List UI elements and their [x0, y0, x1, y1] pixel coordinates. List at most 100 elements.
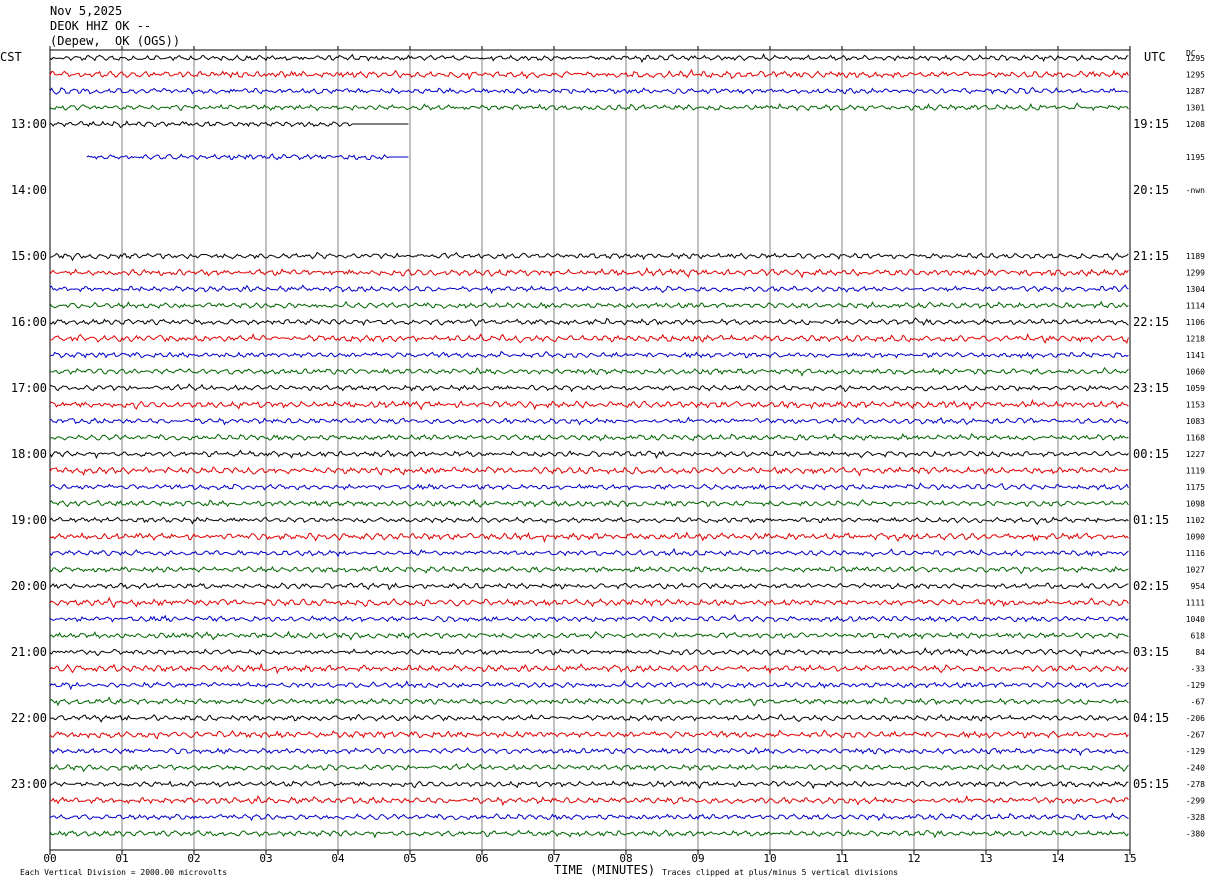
seismic-traces [49, 53, 1129, 839]
left-hour-label: 22:00 [11, 711, 47, 725]
trace-row [49, 812, 1129, 822]
left-hour-label: 23:00 [11, 777, 47, 791]
dc-offset-label: 1175 [1186, 483, 1205, 492]
right-hour-label: 01:15 [1133, 513, 1169, 527]
dc-offset-label: -67 [1191, 698, 1206, 707]
clip-note: Traces clipped at plus/minus 5 vertical … [662, 868, 899, 877]
scale-note: Each Vertical Division = 2000.00 microvo… [20, 868, 228, 877]
dc-offset-label: -267 [1186, 731, 1205, 740]
trace-row [49, 614, 1129, 623]
dc-offset-label: -328 [1186, 813, 1205, 822]
trace-row [49, 596, 1129, 609]
dc-offset-label: -206 [1186, 714, 1205, 723]
left-hour-label: 17:00 [11, 381, 47, 395]
right-hour-label: 20:15 [1133, 183, 1169, 197]
x-tick-label: 03 [259, 852, 272, 865]
right-hour-label: 22:15 [1133, 315, 1169, 329]
dc-offset-label: -33 [1191, 665, 1206, 674]
x-tick-label: 14 [1051, 852, 1065, 865]
trace-row [49, 547, 1129, 558]
x-tick-label: 00 [43, 852, 56, 865]
dc-offset-label: 1218 [1186, 335, 1205, 344]
dc-offset-label: 1098 [1186, 500, 1205, 509]
dc-offset-label: 1083 [1186, 417, 1205, 426]
trace-row [49, 582, 1129, 591]
dc-offset-label: -129 [1186, 681, 1205, 690]
trace-row [49, 498, 1129, 508]
dc-offset-label: 1208 [1186, 120, 1205, 129]
trace-row [49, 449, 1129, 460]
trace-row [49, 747, 1129, 757]
right-hour-label: 02:15 [1133, 579, 1169, 593]
trace-row [49, 696, 1129, 707]
dc-offset-label: 1168 [1186, 434, 1205, 443]
x-tick-label: 11 [835, 852, 848, 865]
trace-row [49, 466, 1129, 477]
trace-row [49, 680, 1129, 691]
dc-offset-label: -380 [1186, 830, 1205, 839]
left-hour-label: 19:00 [11, 513, 47, 527]
dc-offset-label: 618 [1191, 632, 1206, 641]
x-tick-label: 06 [475, 852, 488, 865]
helicorder-plot: 00 01 02 03 04 05 06 07 08 09 10 11 12 13 14 1513:00 19:… [11, 46, 1206, 865]
trace-row [49, 662, 1129, 675]
dc-offset-label: 1287 [1186, 87, 1205, 96]
x-tick-label: 02 [187, 852, 200, 865]
trace-row [49, 251, 1129, 262]
trace-row [49, 68, 1129, 81]
dc-offset-label: 1141 [1186, 351, 1205, 360]
left-hour-label: 13:00 [11, 117, 47, 131]
right-hour-label: 19:15 [1133, 117, 1169, 131]
x-tick-label: 05 [403, 852, 416, 865]
dc-offset-label: 1299 [1186, 269, 1205, 278]
trace-row [49, 482, 1129, 491]
dc-offset-label: 1059 [1186, 384, 1205, 393]
trace-row [49, 53, 1129, 63]
dc-offset-label: 1040 [1186, 615, 1205, 624]
left-hour-label: 18:00 [11, 447, 47, 461]
left-hour-label: 20:00 [11, 579, 47, 593]
trace-row [49, 516, 1129, 526]
dc-offset-label: 1090 [1186, 533, 1205, 542]
dc-offset-label: 1060 [1186, 368, 1205, 377]
trace-row [49, 713, 1129, 723]
trace-row [49, 432, 1129, 442]
dc-offset-label: 1304 [1186, 285, 1205, 294]
trace-row [49, 383, 1129, 393]
trace-row [49, 102, 1129, 112]
dc-offset-label: 1227 [1186, 450, 1205, 459]
right-hour-label: 23:15 [1133, 381, 1169, 395]
right-hour-label: 03:15 [1133, 645, 1169, 659]
trace-row [49, 266, 1129, 279]
dc-offset-label: 1195 [1186, 153, 1205, 162]
right-hour-label: 05:15 [1133, 777, 1169, 791]
x-axis-label: TIME (MINUTES) [554, 863, 656, 877]
dc-offset-label: -nwn [1186, 186, 1205, 195]
dc-offset-label: 1102 [1186, 516, 1205, 525]
trace-row [49, 120, 409, 129]
dc-offset-label: 1119 [1186, 467, 1205, 476]
left-hour-label: 15:00 [11, 249, 47, 263]
trace-row [49, 729, 1129, 740]
dc-offset-label: -299 [1186, 797, 1205, 806]
x-tick-label: 13 [979, 852, 992, 865]
trace-row [49, 762, 1129, 773]
trace-row [49, 647, 1129, 658]
trace-row [86, 153, 409, 161]
dc-offset-label: 1114 [1186, 302, 1205, 311]
trace-row [49, 531, 1129, 543]
trace-row [49, 829, 1129, 839]
dc-offset-label: 1153 [1186, 401, 1205, 410]
dc-offset-label: -129 [1186, 747, 1205, 756]
dc-offset-label: 84 [1195, 648, 1205, 657]
left-hour-label: 14:00 [11, 183, 47, 197]
trace-row [49, 630, 1129, 641]
trace-row [49, 86, 1129, 95]
x-tick-label: 09 [691, 852, 704, 865]
dc-offset-label: 1027 [1186, 566, 1205, 575]
dc-offset-label: 1301 [1186, 104, 1205, 113]
trace-row [49, 300, 1129, 310]
grid-lines [49, 46, 1131, 855]
trace-row [49, 780, 1129, 790]
left-hour-label: 21:00 [11, 645, 47, 659]
